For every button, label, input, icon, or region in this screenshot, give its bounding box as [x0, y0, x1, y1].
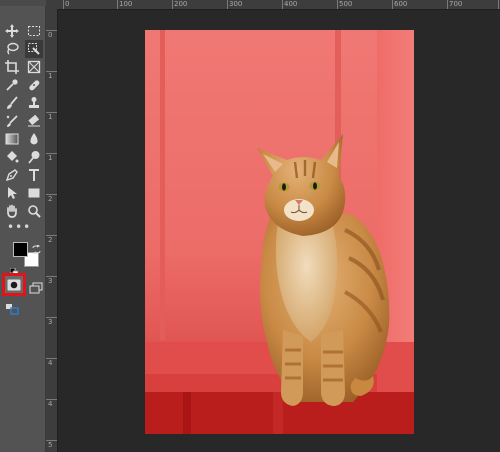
history-brush-tool-icon[interactable] — [3, 112, 21, 130]
document-image[interactable] — [145, 30, 414, 434]
horizontal-ruler[interactable]: 0 100 200 300 400 500 600 700 — [46, 0, 500, 10]
tools-panel-grip[interactable] — [0, 0, 46, 6]
ruler-label: 2 — [48, 236, 53, 244]
swap-colors-icon[interactable] — [32, 239, 41, 255]
quick-mask-mode-button[interactable] — [2, 273, 26, 296]
ruler-label: 0 — [65, 0, 70, 8]
ruler-label: 3 — [48, 318, 53, 326]
blur-tool-icon[interactable] — [25, 130, 43, 148]
paint-bucket-tool-icon[interactable] — [3, 148, 21, 166]
healing-brush-tool-icon[interactable] — [25, 76, 43, 94]
ruler-label: 4 — [48, 359, 53, 367]
lasso-tool-icon[interactable] — [3, 40, 21, 58]
ruler-label: 600 — [394, 0, 408, 8]
default-colors-icon[interactable] — [9, 261, 19, 277]
ruler-label: 3 — [48, 277, 53, 285]
ruler-label: 400 — [284, 0, 298, 8]
rectangular-marquee-tool-icon[interactable] — [25, 22, 43, 40]
ruler-label: 1 — [48, 72, 53, 80]
ruler-label: 4 — [48, 400, 53, 408]
ruler-label: 200 — [174, 0, 188, 8]
ruler-label: 5 — [48, 441, 53, 449]
brush-tool-icon[interactable] — [3, 94, 21, 112]
pen-tool-icon[interactable] — [3, 166, 21, 184]
ruler-label: 2 — [48, 195, 53, 203]
type-tool-icon[interactable] — [25, 166, 43, 184]
quick-selection-tool-icon[interactable] — [25, 40, 43, 58]
zoom-tool-icon[interactable] — [25, 202, 43, 220]
rectangle-tool-icon[interactable] — [25, 184, 43, 202]
screen-mode-icon[interactable] — [29, 279, 43, 294]
dodge-tool-icon[interactable] — [25, 148, 43, 166]
edit-toolbar-more-icon[interactable]: ••• — [7, 221, 30, 233]
ruler-label: 300 — [229, 0, 243, 8]
crop-tool-icon[interactable] — [3, 58, 21, 76]
eyedropper-tool-icon[interactable] — [3, 76, 21, 94]
move-tool-icon[interactable] — [3, 22, 21, 40]
foreground-color-swatch[interactable] — [13, 242, 28, 257]
tools-panel: ••• — [0, 0, 46, 452]
clone-stamp-tool-icon[interactable] — [25, 94, 43, 112]
frame-tool-icon[interactable] — [25, 58, 43, 76]
quick-mask-icon — [7, 279, 21, 290]
hand-tool-icon[interactable] — [3, 202, 21, 220]
gradient-tool-icon[interactable] — [3, 130, 21, 148]
ruler-label: 100 — [119, 0, 133, 8]
ruler-label: 1 — [48, 154, 53, 162]
vertical-ruler[interactable]: 0 1 1 1 2 2 3 3 4 4 5 — [46, 9, 58, 452]
ruler-label: 700 — [449, 0, 463, 8]
ruler-label: 500 — [339, 0, 353, 8]
extra-tool-icon[interactable] — [5, 300, 19, 315]
path-selection-tool-icon[interactable] — [3, 184, 21, 202]
ruler-label: 1 — [48, 113, 53, 121]
eraser-tool-icon[interactable] — [25, 112, 43, 130]
cat-photo — [257, 134, 390, 406]
ruler-label: 0 — [48, 31, 53, 39]
